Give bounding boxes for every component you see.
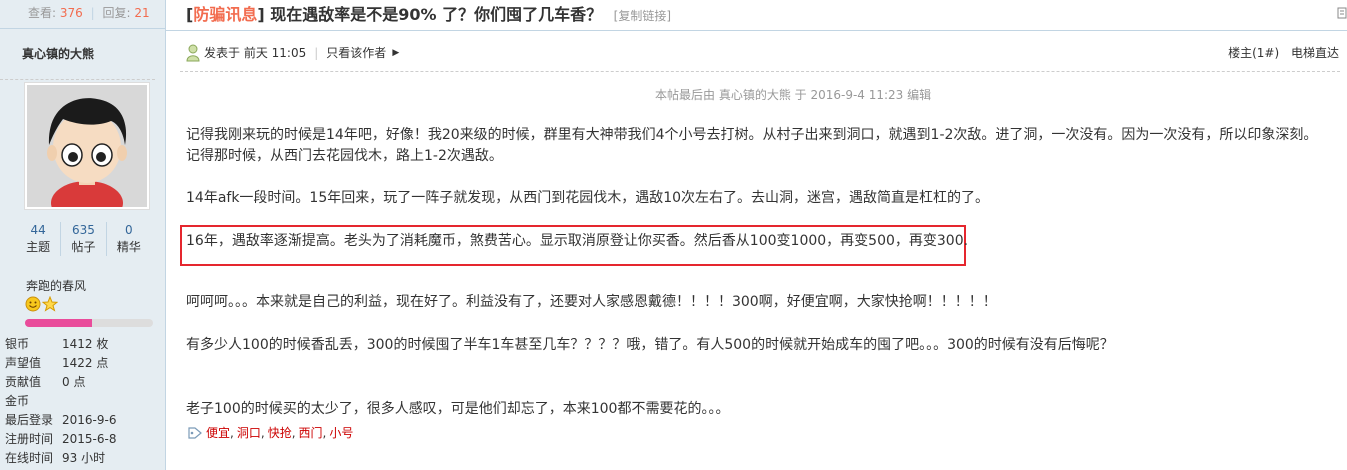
tag-link[interactable]: 小号	[329, 424, 353, 441]
only-author-link[interactable]: 只看该作者	[326, 42, 386, 64]
views-count: 376	[59, 6, 83, 20]
count-topics[interactable]: 44 主题	[16, 222, 62, 256]
count-posts-value[interactable]: 635	[61, 222, 105, 238]
count-posts-label: 帖子	[71, 240, 96, 254]
info-key: 声望值	[5, 356, 42, 370]
count-digest-label: 精华	[116, 240, 141, 254]
info-row-gold: 金币	[5, 392, 160, 411]
star-icon[interactable]	[42, 296, 58, 312]
user-online-icon	[186, 44, 200, 62]
print-icon[interactable]	[1337, 6, 1347, 20]
info-key: 金币	[5, 394, 30, 408]
usergroup-link[interactable]: 奔跑的春风	[26, 277, 86, 294]
info-key: 银币	[5, 337, 30, 351]
category-bracket-close: ]	[257, 5, 265, 24]
info-value: 2015-6-8	[62, 432, 117, 446]
credit-progress-bar	[25, 319, 153, 327]
info-value: 0 点	[62, 375, 86, 389]
category-link[interactable]: 防骗讯息	[193, 5, 257, 24]
info-row-contribution: 贡献值 0 点	[5, 373, 160, 392]
info-value: 2016-9-6	[62, 413, 117, 427]
post-paragraph: 16年，遇敌率逐渐提高。老头为了消耗魔币，煞费苦心。显示取消原登让你买香。然后香…	[186, 233, 969, 249]
info-row-silver: 银币 1412 枚	[5, 335, 160, 354]
thread-title: [防骗讯息] 现在遇敌率是不是90% 了？你们囤了几车香？ [复制链接]	[186, 0, 671, 30]
smiley-icon[interactable]	[25, 296, 41, 312]
tag-separator: ,	[322, 425, 327, 440]
thread-title-text: 现在遇敌率是不是90% 了？你们囤了几车香？	[270, 5, 603, 24]
replies-count: 21	[134, 6, 150, 20]
info-value: 1422 点	[62, 356, 109, 370]
info-key: 在线时间	[5, 451, 54, 465]
meta-divider-line	[180, 71, 1340, 73]
post-paragraph: 老子100的时候买的太少了，很多人感叹，可是他们却忘了，本来100都不需要花的。…	[186, 401, 730, 417]
views-label: 查看:	[28, 6, 57, 20]
post-meta: 发表于 前天 11:05 | 只看该作者 ▶	[186, 42, 399, 64]
info-row-reputation: 声望值 1422 点	[5, 354, 160, 373]
count-topics-label: 主题	[26, 240, 51, 254]
tag-link[interactable]: 便宜	[206, 424, 230, 441]
title-divider	[166, 30, 1347, 31]
tag-link[interactable]: 西门	[299, 424, 323, 441]
info-value: 1412 枚	[62, 337, 109, 351]
count-posts[interactable]: 635 帖子	[61, 222, 107, 256]
replies-label: 回复:	[102, 6, 131, 20]
posted-prefix: 发表于	[204, 46, 241, 60]
info-row-last-login: 最后登录 2016-9-6	[5, 411, 160, 430]
post-paragraph: 记得我刚来玩的时候是14年吧，好像！我20来级的时候，群里有大神带我们4个小号去…	[186, 127, 1318, 143]
avatar[interactable]	[24, 82, 150, 225]
info-value: 93 小时	[62, 451, 106, 465]
edit-note: 本帖最后由 真心镇的大熊 于 2016-9-4 11:23 编辑	[655, 88, 932, 102]
credit-progress-fill	[25, 319, 92, 327]
post-tags: 便宜, 洞口, 快抢, 西门, 小号	[188, 424, 353, 441]
floor-number[interactable]: 楼主(1#)	[1228, 46, 1279, 60]
count-digest-value[interactable]: 0	[107, 222, 151, 238]
post-paragraph: 呵呵呵。。。本来就是自己的利益，现在好了。利益没有了，还要对人家感恩戴德！！！！…	[186, 294, 997, 310]
author-sidebar: 查看: 376 | 回复: 21 真心镇的大熊 44 主题 635 帖子 0 精…	[0, 0, 166, 470]
author-name[interactable]: 真心镇的大熊	[0, 29, 155, 80]
caret-right-icon[interactable]: ▶	[392, 42, 399, 64]
tag-separator: ,	[230, 425, 234, 440]
count-digest[interactable]: 0 精华	[107, 222, 151, 256]
tag-separator: ,	[260, 425, 265, 440]
copy-link-button[interactable]: [复制链接]	[614, 9, 671, 23]
stats-divider: |	[90, 6, 95, 20]
info-key: 贡献值	[5, 375, 42, 389]
tag-icon	[188, 426, 202, 439]
elevator-link[interactable]: 电梯直达	[1291, 46, 1339, 60]
author-counts: 44 主题 635 帖子 0 精华	[16, 222, 151, 256]
tag-link[interactable]: 洞口	[237, 424, 261, 441]
floor-info: 楼主(1#) 电梯直达	[1220, 42, 1339, 64]
info-key: 注册时间	[5, 432, 54, 446]
avatar-image	[27, 85, 147, 225]
post-paragraph: 记得那时候，从西门去花园伐木，路上1-2次遇敌。	[186, 148, 503, 164]
posted-time: 前天 11:05	[243, 46, 307, 60]
meta-divider: |	[314, 46, 319, 60]
post-paragraph: 有多少人100的时候香乱丢，300的时候囤了半车1车甚至几车？？？？哦，错了。有…	[186, 337, 1114, 353]
tag-separator: ,	[291, 425, 296, 440]
thread-stats: 查看: 376 | 回复: 21	[0, 0, 165, 29]
info-row-online: 在线时间 93 小时	[5, 449, 160, 468]
count-topics-value[interactable]: 44	[16, 222, 60, 238]
post-paragraph: 14年afk一段时间。15年回来，玩了一阵子就发现，从西门到花园伐木，遇敌10次…	[186, 190, 990, 206]
author-info: 银币 1412 枚 声望值 1422 点 贡献值 0 点 金币 最后登录 2016-9-…	[5, 335, 160, 468]
info-key: 最后登录	[5, 413, 54, 427]
tag-link[interactable]: 快抢	[268, 424, 292, 441]
info-row-register: 注册时间 2015-6-8	[5, 430, 160, 449]
medals	[25, 296, 58, 312]
